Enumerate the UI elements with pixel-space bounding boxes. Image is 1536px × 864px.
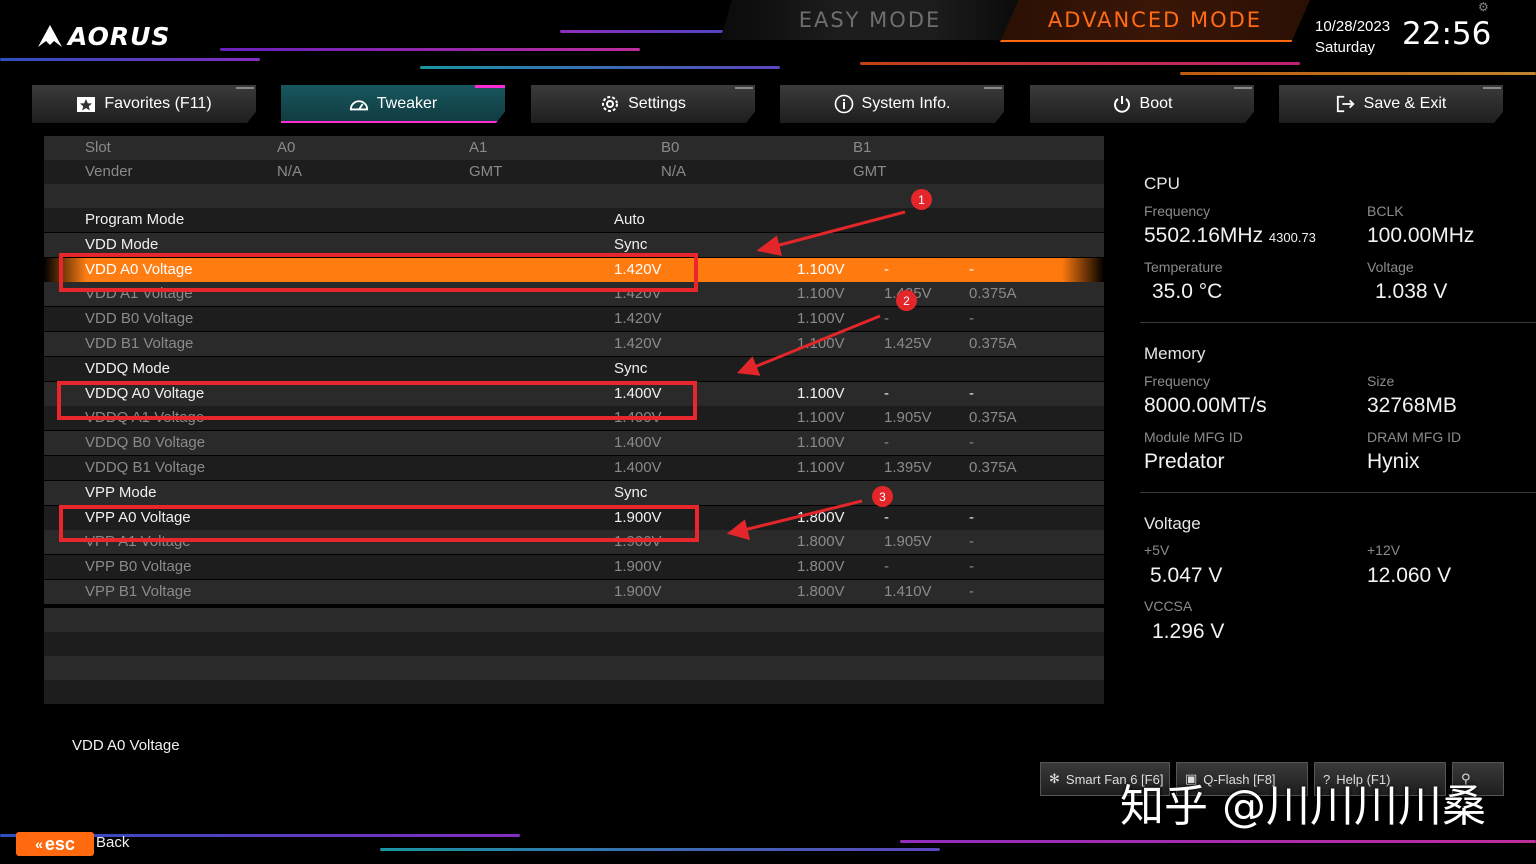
dram-mfg-value: Hynix	[1367, 450, 1420, 473]
annotation-badge: 3	[872, 486, 893, 507]
plus5v-label: +5V	[1144, 542, 1170, 558]
memory-size-value: 32768MB	[1367, 394, 1457, 417]
bclk-value: 100.00MHz	[1367, 224, 1475, 247]
temperature-value: 35.0 °C	[1152, 280, 1223, 303]
memory-size-label: Size	[1367, 373, 1395, 389]
voltage-section: Voltage	[1144, 514, 1534, 534]
temperature-label: Temperature	[1144, 259, 1223, 275]
annotation-arrow	[771, 210, 906, 249]
vccsa-label: VCCSA	[1144, 598, 1193, 614]
module-mfg-label: Module MFG ID	[1144, 429, 1243, 445]
cpu-frequency-label: Frequency	[1144, 203, 1211, 219]
esc-key-label: esc	[44, 833, 75, 854]
memory-frequency-value: 8000.00MT/s	[1144, 394, 1267, 417]
memory-section: Memory	[1144, 344, 1534, 364]
chevron-left-icon: «	[35, 836, 43, 852]
arrow-head	[726, 519, 751, 541]
cpu-voltage-value: 1.038 V	[1375, 280, 1448, 303]
bclk-label: BCLK	[1367, 203, 1404, 219]
help-description: VDD A0 Voltage	[72, 737, 180, 754]
annotation-badge: 2	[896, 290, 917, 311]
divider	[1140, 322, 1536, 323]
cpu-title: CPU	[1144, 174, 1180, 193]
fan-icon: ✻	[1049, 771, 1060, 786]
arrow-head	[756, 235, 783, 256]
back-label: Back	[96, 834, 130, 851]
streak	[900, 840, 1536, 843]
divider	[1140, 492, 1536, 493]
cpu-frequency: 5502.16MHz	[1144, 224, 1264, 247]
memory-frequency-label: Frequency	[1144, 373, 1211, 389]
annotation-arrow	[751, 314, 881, 370]
annotation-badge: 1	[911, 189, 932, 210]
cpu-voltage-label: Voltage	[1367, 259, 1414, 275]
dram-mfg-label: DRAM MFG ID	[1367, 429, 1462, 445]
footer-decoration	[0, 814, 1536, 864]
streak	[380, 848, 940, 851]
plus5v-value: 5.047 V	[1150, 564, 1223, 587]
esc-button[interactable]: « esc	[16, 832, 94, 856]
cpu-frequency-value: 5502.16MHz 4300.73	[1144, 224, 1316, 248]
annotation-arrows	[726, 210, 906, 541]
voltage-title: Voltage	[1144, 514, 1201, 533]
module-mfg-value: Predator	[1144, 450, 1225, 473]
vccsa-value: 1.296 V	[1152, 620, 1225, 643]
annotation-arrow	[743, 499, 863, 532]
arrow-head	[736, 356, 761, 376]
memory-title: Memory	[1144, 344, 1206, 363]
plus12v-value: 12.060 V	[1367, 564, 1452, 587]
cpu-frequency-sub: 4300.73	[1268, 230, 1316, 245]
plus12v-label: +12V	[1367, 542, 1401, 558]
cpu-section: CPU	[1144, 174, 1534, 194]
